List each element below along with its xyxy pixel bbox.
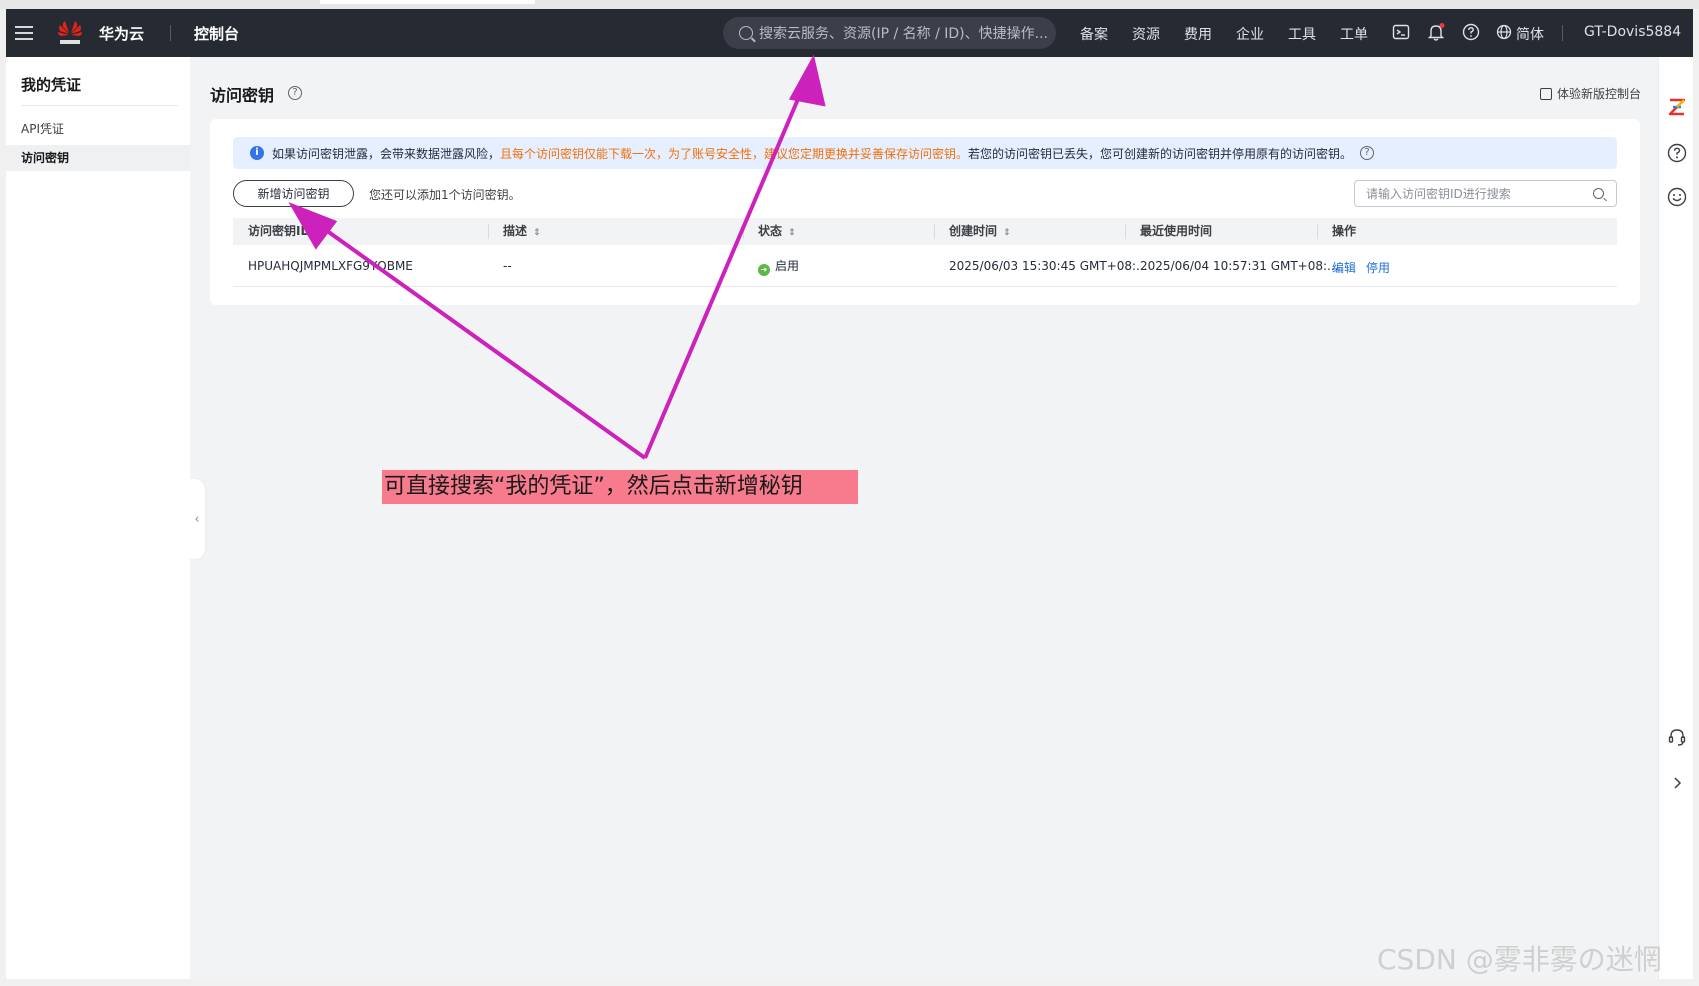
enabled-status-icon: ➜ — [758, 264, 770, 276]
nav-enterprise[interactable]: 企业 — [1236, 24, 1264, 44]
cell-description: -- — [503, 259, 512, 273]
sort-icon[interactable]: ⇕ — [533, 220, 541, 247]
column-label: 创建时间 — [949, 224, 998, 238]
disable-link[interactable]: 停用 — [1366, 259, 1390, 276]
cell-created-time: 2025/06/03 15:30:45 GMT+08:... — [949, 259, 1148, 273]
huawei-logo-icon[interactable] — [56, 17, 84, 47]
column-last-used-time: 最近使用时间 — [1140, 218, 1212, 245]
cell-access-key-id: HPUAHQJMPMLXFG9YQBME — [248, 259, 413, 273]
alert-help-icon[interactable]: ? — [1360, 146, 1375, 160]
column-actions: 操作 — [1332, 218, 1356, 245]
nav-filing[interactable]: 备案 — [1080, 24, 1108, 44]
access-key-search-input[interactable]: 请输入访问密钥ID进行搜索 — [1354, 180, 1617, 207]
brand-name[interactable]: 华为云 — [99, 23, 144, 44]
help-icon[interactable] — [1667, 143, 1687, 163]
watermark: CSDN @雾非雾の迷惘 — [1377, 943, 1662, 976]
top-header: 华为云 控制台 搜索云服务、资源(IP / 名称 / ID)、快捷操作... 备… — [6, 9, 1693, 57]
info-icon: i — [250, 146, 264, 160]
try-new-console-link[interactable]: 体验新版控制台 — [1539, 85, 1641, 102]
column-label: 状态 — [758, 224, 783, 238]
column-label: 描述 — [503, 224, 528, 238]
sidebar-item-access-keys[interactable]: 访问密钥 — [6, 145, 190, 171]
table-header: 访问密钥ID ⇕ 描述 ⇕ 状态 ⇕ 创建时间 ⇕ 最近使用时间 操作 — [233, 218, 1617, 245]
column-label: 访问密钥ID — [248, 224, 311, 238]
sidebar-divider — [21, 105, 178, 106]
globe-icon[interactable] — [1496, 24, 1512, 40]
feedback-smile-icon[interactable] — [1667, 187, 1687, 207]
column-label: 最近使用时间 — [1140, 224, 1213, 238]
access-key-search-placeholder: 请输入访问密钥ID进行搜索 — [1366, 187, 1511, 201]
security-alert: i 如果访问密钥泄露，会带来数据泄露风险， 且每个访问密钥仅能下载一次，为了账号… — [233, 137, 1617, 169]
column-description[interactable]: 描述 ⇕ — [503, 218, 541, 245]
global-search-placeholder: 搜索云服务、资源(IP / 名称 / ID)、快捷操作... — [759, 26, 1048, 42]
nav-resources[interactable]: 资源 — [1132, 24, 1160, 44]
help-icon[interactable] — [1462, 23, 1480, 41]
search-icon[interactable] — [1593, 188, 1604, 199]
menu-icon[interactable] — [15, 26, 33, 40]
browser-strip — [0, 0, 1699, 9]
status-label: 启用 — [775, 259, 800, 273]
column-divider — [1317, 224, 1318, 239]
column-access-key-id[interactable]: 访问密钥ID ⇕ — [248, 218, 324, 245]
nav-tools[interactable]: 工具 — [1288, 24, 1316, 44]
sidebar-collapse-button[interactable]: ‹ — [189, 479, 205, 559]
sidebar-title: 我的凭证 — [21, 76, 82, 94]
browser-tab[interactable] — [320, 0, 535, 4]
left-sidebar: 我的凭证 API凭证 访问密钥 — [6, 57, 190, 979]
chevron-right-icon[interactable] — [1667, 773, 1687, 793]
search-icon — [739, 26, 753, 40]
language-switch[interactable]: 简体 — [1516, 24, 1544, 44]
right-rail — [1658, 57, 1693, 979]
sidebar-item-api-credentials[interactable]: API凭证 — [6, 116, 190, 142]
table-row: HPUAHQJMPMLXFG9YQBME -- ➜ 启用 2025/06/03 1… — [233, 245, 1617, 287]
column-created-time[interactable]: 创建时间 ⇕ — [949, 218, 1011, 245]
customer-service-icon[interactable] — [1667, 727, 1687, 747]
column-status[interactable]: 状态 ⇕ — [758, 218, 796, 245]
access-key-card: i 如果访问密钥泄露，会带来数据泄露风险， 且每个访问密钥仅能下载一次，为了账号… — [210, 119, 1640, 305]
page-title: 访问密钥 ? — [210, 82, 302, 106]
column-divider — [1125, 224, 1126, 239]
cell-status: ➜ 启用 — [758, 257, 799, 276]
edit-link[interactable]: 编辑 — [1332, 259, 1356, 276]
chevron-left-icon: ‹ — [194, 511, 200, 527]
alert-text-1: 如果访问密钥泄露，会带来数据泄露风险， — [272, 146, 501, 161]
header-divider — [170, 25, 171, 41]
alert-text-2: 若您的访问密钥已丢失，您可创建新的访问密钥并停用原有的访问密钥。 — [968, 146, 1353, 161]
column-divider — [488, 224, 489, 239]
cloud-shell-icon[interactable] — [1392, 23, 1410, 41]
question-icon[interactable]: ? — [288, 86, 302, 100]
quota-hint: 您还可以添加1个访问密钥。 — [369, 188, 521, 202]
console-link[interactable]: 控制台 — [194, 23, 239, 44]
nav-tickets[interactable]: 工单 — [1340, 24, 1368, 44]
sort-icon[interactable]: ⇕ — [1003, 220, 1011, 247]
sort-icon[interactable]: ⇕ — [788, 220, 796, 247]
annotation-label: 可直接搜索“我的凭证”，然后点击新增秘钥 — [382, 470, 858, 504]
add-access-key-button[interactable]: 新增访问密钥 — [233, 180, 354, 207]
header-divider-2 — [1562, 25, 1563, 41]
page-title-text: 访问密钥 — [210, 86, 275, 105]
user-account[interactable]: GT-Dovis5884 — [1584, 24, 1681, 40]
sort-icon[interactable]: ⇕ — [316, 220, 324, 247]
column-divider — [934, 224, 935, 239]
sidebar-item-label: 访问密钥 — [21, 151, 70, 165]
exit-icon — [1539, 87, 1552, 100]
alert-text-warning: 且每个访问密钥仅能下载一次，为了账号安全性，建议您定期更换并妥善保存访问密钥。 — [500, 146, 969, 161]
cell-last-used-time: 2025/06/04 10:57:31 GMT+08:... — [1140, 259, 1339, 273]
column-label: 操作 — [1332, 224, 1357, 238]
sidebar-item-label: API凭证 — [21, 122, 64, 136]
try-new-console-label: 体验新版控制台 — [1556, 87, 1641, 101]
ai-assistant-icon[interactable] — [1667, 97, 1687, 117]
bell-icon[interactable] — [1427, 23, 1445, 41]
column-divider — [743, 224, 744, 239]
nav-billing[interactable]: 费用 — [1184, 24, 1212, 44]
global-search-input[interactable]: 搜索云服务、资源(IP / 名称 / ID)、快捷操作... — [723, 17, 1056, 49]
